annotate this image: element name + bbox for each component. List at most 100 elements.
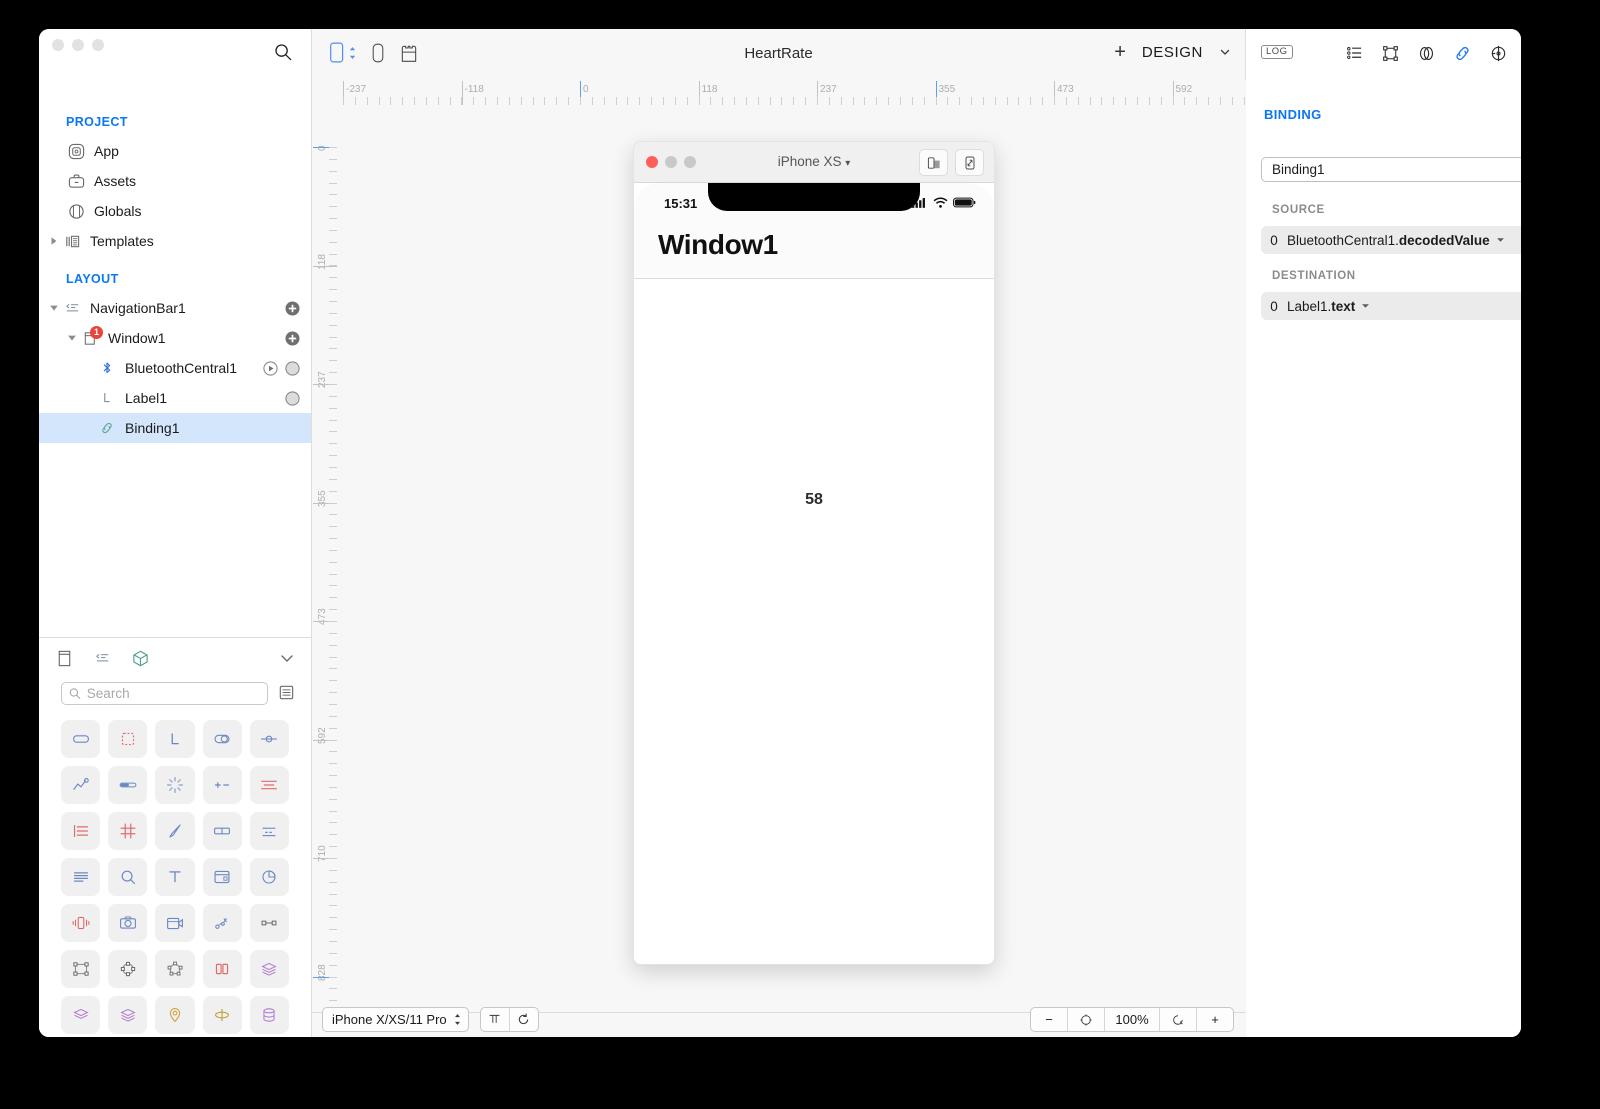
source-field[interactable]: 0 BluetoothCentral1. decodedValue bbox=[1261, 226, 1521, 254]
row-actions[interactable] bbox=[285, 383, 300, 413]
window-traffic-lights[interactable] bbox=[52, 39, 104, 51]
visibility-toggle[interactable] bbox=[285, 390, 300, 406]
binding-inspector-icon[interactable] bbox=[1451, 42, 1473, 64]
database-icon[interactable] bbox=[249, 996, 289, 1034]
zoom-button[interactable] bbox=[92, 39, 104, 51]
orbit-icon[interactable] bbox=[202, 996, 242, 1034]
pie-chart-icon[interactable] bbox=[249, 858, 289, 896]
zoom-out-button[interactable]: − bbox=[1031, 1008, 1068, 1031]
disclosure-triangle-expanded[interactable] bbox=[66, 332, 78, 344]
layer-icon[interactable] bbox=[61, 996, 101, 1034]
disclosure-triangle-collapsed[interactable] bbox=[48, 235, 60, 247]
pen-icon[interactable] bbox=[155, 812, 195, 850]
switch-icon[interactable] bbox=[202, 720, 242, 758]
refresh-icon[interactable] bbox=[510, 1008, 538, 1031]
objects-tab-icon[interactable] bbox=[129, 647, 151, 669]
fit-icon[interactable] bbox=[1068, 1008, 1105, 1031]
list-icon[interactable] bbox=[61, 812, 101, 850]
tree-item-navigationbar1[interactable]: NavigationBar1 bbox=[39, 293, 311, 323]
tree-item-templates[interactable]: Templates bbox=[39, 226, 311, 256]
layouts-tab-icon[interactable] bbox=[91, 647, 113, 669]
layout-inspector-icon[interactable] bbox=[1379, 42, 1401, 64]
menu-icon[interactable] bbox=[61, 858, 101, 896]
activity-indicator-icon[interactable] bbox=[155, 766, 195, 804]
row-actions[interactable] bbox=[263, 353, 300, 383]
polygon-path-icon[interactable] bbox=[155, 950, 195, 988]
split-view-icon[interactable] bbox=[919, 149, 948, 176]
layers-icon[interactable] bbox=[108, 996, 148, 1034]
destination-field[interactable]: 0 Label1. text bbox=[1261, 292, 1521, 320]
row-actions[interactable] bbox=[285, 293, 300, 323]
chevron-down-icon[interactable] bbox=[1361, 303, 1370, 309]
run-button[interactable] bbox=[263, 360, 278, 376]
device-preview-window[interactable]: iPhone XS ▾ 15:31 Window1 58 bbox=[633, 141, 995, 965]
ruler-minor-tick bbox=[971, 97, 972, 105]
stack-icon[interactable] bbox=[249, 950, 289, 988]
components-tab-icon[interactable] bbox=[53, 647, 75, 669]
text-icon[interactable] bbox=[155, 858, 195, 896]
picker-icon[interactable] bbox=[249, 812, 289, 850]
horizontal-ruler[interactable]: -237 -118 0 118 237 355 473 592 bbox=[312, 80, 1246, 106]
chart-icon[interactable] bbox=[61, 766, 101, 804]
button-icon[interactable] bbox=[61, 720, 101, 758]
placeholder-icon[interactable] bbox=[108, 720, 148, 758]
scatter-icon[interactable] bbox=[202, 904, 242, 942]
slider-icon[interactable] bbox=[249, 720, 289, 758]
tree-item-app[interactable]: App bbox=[39, 136, 311, 166]
device-size-select[interactable]: iPhone X/XS/11 Pro bbox=[322, 1007, 469, 1032]
tree-item-bluetoothcentral1[interactable]: BluetoothCentral1 bbox=[39, 353, 311, 383]
align-icon[interactable] bbox=[481, 1008, 510, 1031]
segmented-icon[interactable] bbox=[249, 766, 289, 804]
add-child-button[interactable] bbox=[285, 331, 300, 346]
log-badge[interactable]: LOG bbox=[1261, 45, 1293, 60]
mode-label[interactable]: DESIGN bbox=[1142, 44, 1203, 61]
chevron-down-icon[interactable] bbox=[1496, 237, 1505, 243]
add-button[interactable]: + bbox=[1114, 42, 1126, 62]
label-icon[interactable] bbox=[155, 720, 195, 758]
preview-inspector-icon[interactable] bbox=[1487, 42, 1509, 64]
chevron-down-icon[interactable] bbox=[277, 648, 297, 668]
list-view-icon[interactable] bbox=[277, 683, 297, 703]
circle-path-icon[interactable] bbox=[108, 950, 148, 988]
location-pin-icon[interactable] bbox=[155, 996, 195, 1034]
add-child-button[interactable] bbox=[285, 301, 300, 316]
zoom-level-label[interactable]: 100% bbox=[1105, 1008, 1160, 1031]
split-icon[interactable] bbox=[202, 950, 242, 988]
minimize-button[interactable] bbox=[72, 39, 84, 51]
actual-size-icon[interactable] bbox=[1160, 1008, 1197, 1031]
tree-item-binding1[interactable]: Binding1 bbox=[39, 413, 311, 443]
tree-item-assets[interactable]: Assets bbox=[39, 166, 311, 196]
stepper-icon[interactable] bbox=[202, 766, 242, 804]
card-icon[interactable] bbox=[202, 858, 242, 896]
grid-icon[interactable] bbox=[108, 812, 148, 850]
list-inspector-icon[interactable] bbox=[1343, 42, 1365, 64]
visibility-toggle[interactable] bbox=[285, 360, 300, 376]
tree-item-globals[interactable]: Globals bbox=[39, 196, 311, 226]
row-actions[interactable] bbox=[285, 323, 300, 353]
binding-select[interactable]: Binding1 bbox=[1261, 157, 1521, 182]
resize-icon[interactable] bbox=[955, 149, 984, 176]
video-icon[interactable] bbox=[155, 904, 195, 942]
progress-icon[interactable] bbox=[108, 766, 148, 804]
device-screen[interactable]: 15:31 Window1 58 bbox=[634, 183, 994, 964]
ruler-minor-tick bbox=[509, 97, 510, 105]
connector-icon[interactable] bbox=[249, 904, 289, 942]
search-input[interactable] bbox=[61, 681, 268, 705]
disclosure-triangle-expanded[interactable] bbox=[48, 302, 60, 314]
vibration-icon[interactable] bbox=[61, 904, 101, 942]
tree-item-label1[interactable]: Label1 bbox=[39, 383, 311, 413]
search-field-icon[interactable] bbox=[108, 858, 148, 896]
search-field[interactable] bbox=[86, 685, 260, 701]
design-canvas[interactable]: iPhone XS ▾ 15:31 Window1 58 bbox=[337, 105, 1246, 1012]
screen-body[interactable]: 58 bbox=[634, 279, 994, 964]
vertical-ruler[interactable]: 0 118 237 355 473 592 710 828 bbox=[312, 105, 338, 1012]
camera-icon[interactable] bbox=[108, 904, 148, 942]
frame-icon[interactable] bbox=[61, 950, 101, 988]
tree-item-window1[interactable]: 1 Window1 bbox=[39, 323, 311, 353]
chevron-down-icon[interactable] bbox=[1219, 46, 1231, 58]
appearance-inspector-icon[interactable] bbox=[1415, 42, 1437, 64]
search-icon[interactable] bbox=[274, 43, 292, 61]
tabbar-icon[interactable] bbox=[202, 812, 242, 850]
close-button[interactable] bbox=[52, 39, 64, 51]
zoom-in-button[interactable]: + bbox=[1197, 1008, 1233, 1031]
